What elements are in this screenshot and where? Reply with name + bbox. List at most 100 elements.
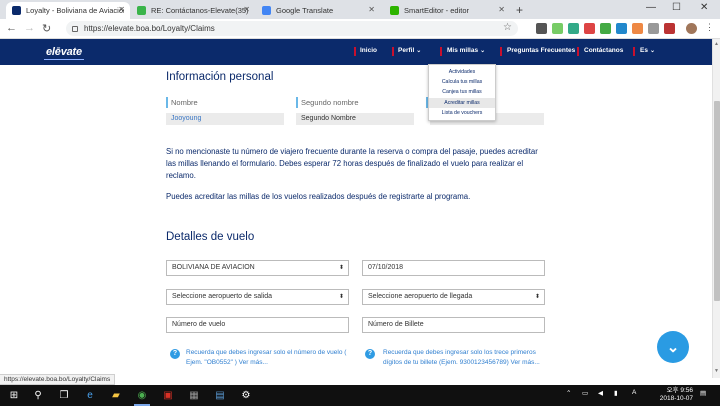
scroll-up-icon[interactable]: ▲ — [714, 41, 719, 47]
notifications-icon[interactable]: ▤ — [700, 389, 706, 397]
tab-google-translate[interactable]: Google Translate ✕ — [256, 2, 380, 19]
extension-icon[interactable] — [648, 23, 659, 34]
personal-info-heading: Información personal — [166, 71, 274, 83]
network-icon[interactable]: ▭ — [582, 389, 588, 397]
ticket-number-placeholder: Número de Billete — [368, 321, 424, 328]
nav-language[interactable]: Es ⌄ — [640, 47, 655, 54]
url-text: https://elevate.boa.bo/Loyalty/Claims — [84, 24, 215, 33]
nav-separator — [440, 47, 442, 56]
destination-select-value: Seleccione aeropuerto de llegada — [368, 293, 473, 300]
menu-kebab-icon[interactable]: ⋮ — [705, 22, 714, 33]
help-question-icon: ? — [170, 349, 180, 359]
pdf-app-icon[interactable]: ▣ — [160, 388, 176, 403]
chevron-down-icon: ⌄ — [480, 48, 486, 54]
elevate-logo[interactable]: elēvate — [46, 46, 82, 58]
extension-icon[interactable] — [568, 23, 579, 34]
origin-airport-select[interactable]: Seleccione aeropuerto de salida ⬍ — [166, 289, 349, 305]
name-label: Nombre — [166, 97, 198, 108]
tab-smarteditor[interactable]: SmartEditor - editor ✕ — [384, 2, 510, 19]
close-icon[interactable]: ✕ — [368, 5, 375, 14]
ticket-number-hint[interactable]: Recuerda que debes ingresar solo los tre… — [383, 348, 545, 368]
minimize-button[interactable]: — — [646, 2, 656, 13]
close-icon[interactable]: ✕ — [243, 5, 250, 14]
intro-paragraph: Si no mencionaste tu número de viajero f… — [166, 147, 538, 180]
browser-tab-bar: Loyalty - Boliviana de Aviación ✕ RE: Co… — [0, 0, 720, 19]
dropdown-item-actividades[interactable]: Actividades — [429, 67, 495, 77]
clock-date: 2018-10-07 — [659, 395, 693, 402]
chrome-icon[interactable]: ◉ — [134, 388, 150, 403]
volume-icon[interactable]: ◀ — [598, 389, 603, 397]
destination-airport-select[interactable]: Seleccione aeropuerto de llegada ⬍ — [362, 289, 545, 305]
program-paragraph: Puedes acreditar las millas de los vuelo… — [166, 192, 471, 201]
system-clock[interactable]: 오후 9:56 2018-10-07 — [653, 387, 693, 403]
battery-icon[interactable]: ▮ — [614, 389, 618, 397]
close-icon[interactable]: ✕ — [498, 5, 505, 14]
scrollbar-thumb[interactable] — [714, 101, 720, 301]
clock-time: 오후 9:56 — [666, 387, 693, 394]
task-view-icon[interactable]: ❐ — [56, 388, 72, 403]
flight-date-input[interactable]: 07/10/2018 — [362, 260, 545, 276]
close-window-button[interactable]: ✕ — [700, 2, 708, 13]
flight-number-placeholder: Número de vuelo — [172, 321, 226, 328]
extension-icon[interactable] — [616, 23, 627, 34]
tab-loyalty[interactable]: Loyalty - Boliviana de Aviación ✕ — [6, 2, 130, 19]
flight-number-hint[interactable]: Recuerda que debes ingresar solo el núme… — [186, 348, 348, 368]
ticket-number-input[interactable]: Número de Billete — [362, 317, 545, 333]
name-field[interactable]: Jooyoung — [166, 113, 284, 125]
mis-millas-dropdown: Actividades Calcula tus millas Canjea tu… — [428, 64, 496, 121]
bookmark-star-icon[interactable]: ☆ — [503, 22, 512, 33]
back-arrow-icon[interactable]: ← — [6, 22, 17, 34]
url-omnibox[interactable]: https://elevate.boa.bo/Loyalty/Claims ☆ — [66, 21, 518, 36]
new-tab-button[interactable]: + — [516, 3, 523, 17]
nav-contactanos[interactable]: Contáctanos — [584, 47, 623, 54]
naver-favicon-icon — [390, 6, 399, 15]
scroll-down-button[interactable]: ⌄ — [657, 331, 689, 363]
nav-mis-millas[interactable]: Mis millas ⌄ — [447, 47, 485, 54]
airline-select[interactable]: BOLIVIANA DE AVIACION ⬍ — [166, 260, 349, 276]
dropdown-item-calcula[interactable]: Calcula tus millas — [429, 77, 495, 87]
updown-arrow-icon: ⬍ — [338, 294, 344, 300]
extension-icon[interactable] — [552, 23, 563, 34]
translate-extension-icon[interactable] — [536, 23, 547, 34]
tab-label: Google Translate — [276, 6, 334, 15]
nav-label: Preguntas Frecuentes — [507, 47, 576, 54]
tab-label: Loyalty - Boliviana de Aviación — [26, 6, 124, 15]
maximize-button[interactable]: ☐ — [672, 2, 681, 13]
middle-name-field[interactable]: Segundo Nombre — [296, 113, 414, 125]
origin-select-value: Seleccione aeropuerto de salida — [172, 293, 273, 300]
dropdown-item-canjea[interactable]: Canjea tus millas — [429, 87, 495, 97]
nav-preguntas-frecuentes[interactable]: Preguntas Frecuentes — [507, 47, 575, 54]
dropdown-item-vouchers[interactable]: Lista de vouchers — [429, 108, 495, 118]
app-icon[interactable]: ▤ — [212, 388, 228, 403]
nav-label: Inicio — [360, 47, 377, 54]
extension-icon[interactable] — [632, 23, 643, 34]
app-icon[interactable]: ▦ — [186, 388, 202, 403]
mail-favicon-icon — [137, 6, 146, 15]
dropdown-item-acreditar[interactable]: Acreditar millas — [429, 98, 495, 108]
extension-icon[interactable] — [584, 23, 595, 34]
forward-arrow-icon[interactable]: → — [24, 22, 35, 34]
ime-language[interactable]: A — [632, 389, 636, 396]
reload-icon[interactable]: ↻ — [42, 22, 51, 35]
nav-inicio[interactable]: Inicio — [360, 47, 377, 54]
nav-label: Contáctanos — [584, 47, 624, 54]
flight-number-input[interactable]: Número de vuelo — [166, 317, 349, 333]
nav-separator — [577, 47, 579, 56]
edge-browser-icon[interactable]: e — [82, 388, 98, 403]
help-question-icon: ? — [365, 349, 375, 359]
settings-gear-icon[interactable]: ⚙ — [238, 388, 254, 403]
close-icon[interactable]: ✕ — [118, 5, 125, 14]
file-explorer-icon[interactable]: ▰ — [108, 388, 124, 403]
nav-separator — [633, 47, 635, 56]
extension-icon[interactable] — [600, 23, 611, 34]
extension-icon[interactable] — [664, 23, 675, 34]
windows-start-icon[interactable]: ⊞ — [6, 388, 22, 403]
nav-perfil[interactable]: Perfil ⌄ — [398, 47, 421, 54]
tab-contactanos[interactable]: RE: Contáctanos-Elevate(35) ✕ — [131, 2, 255, 19]
profile-avatar[interactable] — [686, 23, 697, 34]
tray-up-icon[interactable]: ⌃ — [566, 389, 571, 397]
scroll-down-icon[interactable]: ▼ — [714, 368, 719, 374]
boa-favicon-icon — [12, 6, 21, 15]
page-scrollbar[interactable]: ▲ ▼ — [712, 39, 720, 378]
search-icon[interactable]: ⚲ — [30, 388, 46, 403]
